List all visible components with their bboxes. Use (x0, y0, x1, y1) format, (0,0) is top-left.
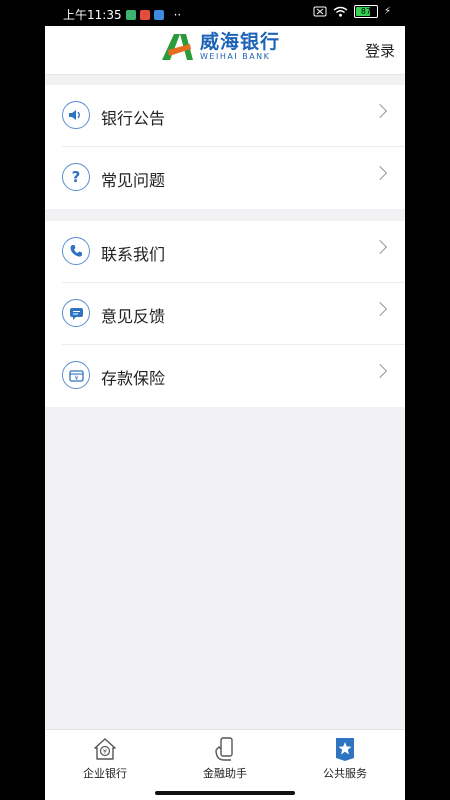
bank-logo: 威海银行 WEIHAI BANK (160, 32, 280, 62)
tab-label: 企业银行 (83, 767, 127, 780)
chat-icon (62, 299, 90, 327)
tab-financial-assistant[interactable]: 金融助手 (165, 730, 285, 786)
charging-icon: ⚡ (383, 6, 391, 17)
tab-public-services[interactable]: 公共服务 (285, 730, 405, 786)
menu-item-deposit-insurance[interactable]: ¥ 存款保险 (45, 345, 405, 407)
speaker-icon (62, 101, 90, 129)
chevron-right-icon (372, 103, 388, 119)
phone-icon (62, 237, 90, 265)
menu-item-label: 银行公告 (101, 109, 166, 128)
chevron-right-icon (372, 165, 388, 181)
menu-group-service: 联系我们 意见反馈 ¥ 存款保险 (45, 221, 405, 407)
home-indicator-bar (45, 786, 405, 800)
bottom-tab-bar: ¥ 企业银行 金融助手 公共服务 (45, 729, 405, 786)
bank-name-cn: 威海银行 (200, 31, 281, 53)
bank-name-en: WEIHAI BANK (200, 52, 271, 61)
star-bookmark-icon (336, 738, 354, 761)
menu-item-contact-us[interactable]: 联系我们 (45, 221, 405, 283)
question-icon: ? (62, 163, 90, 191)
status-bar: 上午11:35 ·· 87 ⚡ (45, 0, 405, 26)
tab-corporate-banking[interactable]: ¥ 企业银行 (45, 730, 165, 786)
bank-logo-icon (162, 34, 193, 60)
app-notification-icon (125, 9, 136, 20)
tab-label: 金融助手 (203, 767, 247, 780)
chevron-right-icon (372, 239, 388, 255)
menu-item-label: 存款保险 (101, 369, 166, 388)
menu-item-feedback[interactable]: 意见反馈 (45, 283, 405, 345)
app-notification-icon (153, 9, 164, 20)
menu-item-bank-announcement[interactable]: 银行公告 (45, 85, 405, 147)
app-notification-icon (139, 9, 150, 20)
login-button[interactable]: 登录 (365, 40, 395, 61)
battery-icon: 87 (353, 5, 378, 18)
deposit-icon: ¥ (62, 361, 90, 389)
assistant-icon (215, 737, 233, 761)
chevron-right-icon (372, 363, 388, 379)
no-sim-icon (313, 6, 327, 17)
screen: 上午11:35 ·· 87 ⚡ 威海银行 WEIHAI BANK 登录 银行公告… (45, 0, 405, 800)
home-indicator[interactable] (155, 791, 295, 795)
house-icon: ¥ (94, 738, 116, 760)
menu-item-label: 常见问题 (101, 171, 166, 190)
tab-label: 公共服务 (323, 767, 367, 780)
svg-text:¥: ¥ (74, 375, 78, 382)
menu-group-info: 银行公告 ? 常见问题 (45, 85, 405, 209)
more-notifications-dots: ·· (173, 7, 182, 22)
chevron-right-icon (372, 301, 388, 317)
wifi-icon (333, 6, 348, 17)
status-time: 上午11:35 (63, 8, 122, 22)
app-header: 威海银行 WEIHAI BANK 登录 (45, 26, 405, 75)
menu-item-label: 意见反馈 (101, 307, 166, 326)
svg-text:¥: ¥ (103, 748, 107, 756)
menu-item-faq[interactable]: ? 常见问题 (45, 147, 405, 209)
menu-item-label: 联系我们 (101, 245, 166, 264)
